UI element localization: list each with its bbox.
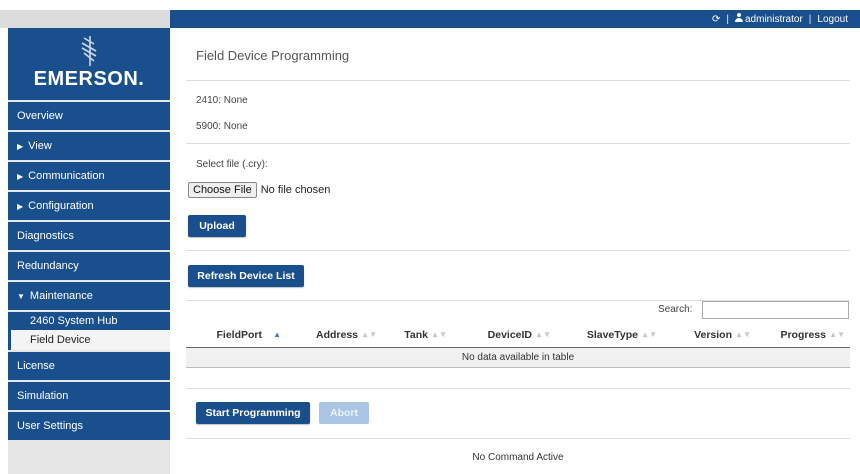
device-table: FieldPort ▲ Address ▲▼ Tank ▲▼ DeviceID ▲▼ S… bbox=[186, 322, 850, 368]
sidebar-item-configuration[interactable]: ▶ Configuration bbox=[8, 190, 170, 220]
sidebar-item-redundancy[interactable]: Redundancy bbox=[8, 250, 170, 280]
sidebar: EMERSON. Overview ▶ View ▶ Communication… bbox=[8, 28, 170, 474]
expand-arrow-icon: ▶ bbox=[17, 171, 24, 181]
column-header-fieldport[interactable]: FieldPort ▲ bbox=[186, 322, 286, 347]
user-bar: ⟳ | administrator | Logout bbox=[170, 10, 860, 28]
brand-name: EMERSON. bbox=[33, 68, 145, 90]
file-input: Choose File No file chosen bbox=[188, 182, 330, 198]
page-title: Field Device Programming bbox=[196, 48, 350, 63]
sidebar-subitem-field-device[interactable]: Field Device bbox=[8, 330, 170, 350]
divider bbox=[186, 80, 850, 81]
search-input[interactable] bbox=[702, 301, 849, 319]
sidebar-item-label: Redundancy bbox=[17, 260, 79, 272]
sort-icon: ▲▼ bbox=[361, 330, 377, 339]
refresh-device-list-button[interactable]: Refresh Device List bbox=[188, 265, 304, 287]
sort-icon: ▲▼ bbox=[735, 330, 751, 339]
select-file-label: Select file (.cry): bbox=[196, 159, 268, 170]
collapse-arrow-icon: ▼ bbox=[17, 291, 25, 301]
sort-icon: ▲▼ bbox=[535, 330, 551, 339]
divider bbox=[186, 438, 850, 439]
emerson-logo: EMERSON. bbox=[8, 28, 170, 100]
sidebar-item-label: View bbox=[28, 140, 52, 152]
sidebar-item-label: 2460 System Hub bbox=[30, 315, 118, 327]
separator: | bbox=[726, 13, 729, 25]
no-file-label: No file chosen bbox=[260, 184, 331, 196]
divider bbox=[186, 388, 850, 389]
sidebar-item-label: Communication bbox=[28, 170, 105, 182]
table-header: FieldPort ▲ Address ▲▼ Tank ▲▼ DeviceID ▲▼ S… bbox=[186, 322, 850, 348]
sidebar-item-label: User Settings bbox=[17, 420, 84, 432]
info-5900: 5900: None bbox=[196, 121, 248, 132]
column-header-address[interactable]: Address ▲▼ bbox=[286, 322, 382, 347]
sort-asc-icon: ▲ bbox=[273, 330, 281, 339]
expand-arrow-icon: ▶ bbox=[17, 201, 24, 211]
divider bbox=[186, 143, 850, 144]
top-bar: ⟳ | administrator | Logout bbox=[0, 0, 860, 28]
emerson-emblem-icon bbox=[81, 36, 97, 66]
sidebar-item-view[interactable]: ▶ View bbox=[8, 130, 170, 160]
abort-button[interactable]: Abort bbox=[319, 402, 369, 424]
expand-arrow-icon: ▶ bbox=[17, 141, 24, 151]
column-header-deviceid[interactable]: DeviceID ▲▼ bbox=[452, 322, 556, 347]
command-status: No Command Active bbox=[472, 452, 564, 463]
sidebar-item-label: Simulation bbox=[17, 390, 69, 402]
top-bar-spacer bbox=[0, 10, 170, 28]
sidebar-subitem-system-hub[interactable]: 2460 System Hub bbox=[8, 310, 170, 330]
logout-link[interactable]: Logout bbox=[817, 14, 848, 25]
sidebar-item-diagnostics[interactable]: Diagnostics bbox=[8, 220, 170, 250]
search-label: Search: bbox=[658, 304, 693, 315]
sidebar-item-simulation[interactable]: Simulation bbox=[8, 380, 170, 410]
sidebar-item-label: Overview bbox=[17, 110, 63, 122]
sidebar-item-license[interactable]: License bbox=[8, 350, 170, 380]
column-header-progress[interactable]: Progress ▲▼ bbox=[756, 322, 850, 347]
sort-icon: ▲▼ bbox=[641, 330, 657, 339]
refresh-icon[interactable]: ⟳ bbox=[712, 14, 720, 25]
sidebar-item-communication[interactable]: ▶ Communication bbox=[8, 160, 170, 190]
sidebar-item-label: Maintenance bbox=[29, 290, 93, 302]
table-empty-row: No data available in table bbox=[186, 348, 850, 368]
sidebar-item-label: Field Device bbox=[30, 334, 91, 346]
sort-icon: ▲▼ bbox=[829, 330, 845, 339]
upload-button[interactable]: Upload bbox=[188, 215, 246, 237]
user-name: administrator bbox=[744, 14, 803, 25]
start-programming-button[interactable]: Start Programming bbox=[196, 402, 310, 424]
user-menu[interactable]: administrator bbox=[734, 13, 803, 25]
sidebar-item-user-settings[interactable]: User Settings bbox=[8, 410, 170, 440]
info-2410: 2410: None bbox=[196, 95, 248, 106]
column-header-version[interactable]: Version ▲▼ bbox=[662, 322, 756, 347]
sort-icon: ▲▼ bbox=[431, 330, 447, 339]
user-icon bbox=[734, 13, 743, 22]
sidebar-item-maintenance[interactable]: ▼ Maintenance bbox=[8, 280, 170, 310]
sidebar-item-overview[interactable]: Overview bbox=[8, 100, 170, 130]
divider bbox=[186, 250, 850, 251]
sidebar-item-label: Diagnostics bbox=[17, 230, 74, 242]
choose-file-button[interactable]: Choose File bbox=[188, 182, 257, 198]
sidebar-item-label: Configuration bbox=[28, 200, 94, 212]
sidebar-item-label: License bbox=[17, 360, 55, 372]
separator: | bbox=[808, 13, 812, 25]
column-header-tank[interactable]: Tank ▲▼ bbox=[382, 322, 452, 347]
column-header-slavetype[interactable]: SlaveType ▲▼ bbox=[556, 322, 662, 347]
